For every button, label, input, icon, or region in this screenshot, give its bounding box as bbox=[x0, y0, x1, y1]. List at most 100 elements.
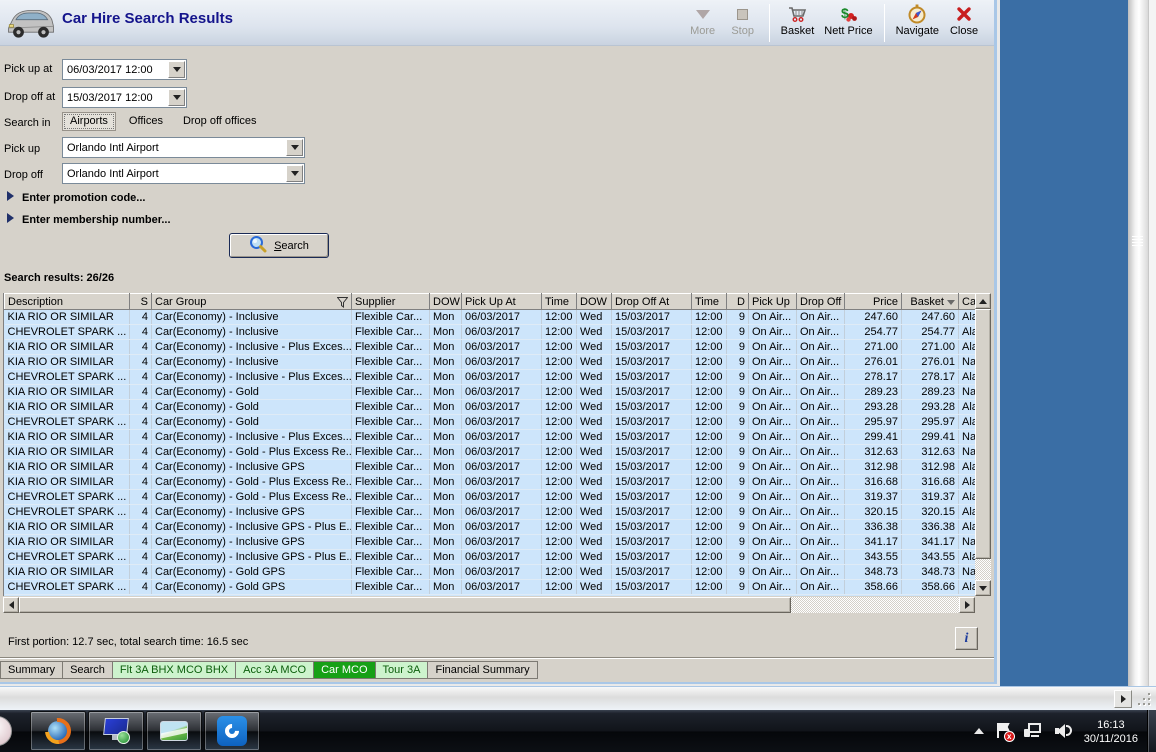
splitter-grip[interactable] bbox=[1132, 236, 1143, 248]
search-in-option-offices[interactable]: Offices bbox=[122, 113, 170, 130]
scroll-right-button[interactable] bbox=[959, 597, 975, 613]
table-row[interactable]: KIA RIO OR SIMILAR 4 Car(Economy) - Inclus… bbox=[4, 519, 975, 535]
taskbar-photo-app-button[interactable] bbox=[146, 711, 202, 751]
search-in-option-drop-off-offices[interactable]: Drop off offices bbox=[176, 113, 264, 130]
column-header-drop-off[interactable]: Drop Off bbox=[796, 293, 845, 310]
scroll-down-button[interactable] bbox=[975, 580, 991, 596]
cell: 12:00 bbox=[691, 429, 727, 445]
taskbar-partial-icon[interactable] bbox=[0, 716, 12, 746]
tab-tour-3a[interactable]: Tour 3A bbox=[375, 661, 429, 679]
navigate-button[interactable]: Navigate bbox=[891, 1, 944, 45]
info-button[interactable]: i bbox=[955, 627, 978, 650]
grid-vertical-scrollbar[interactable] bbox=[975, 293, 991, 596]
chevron-down-icon[interactable] bbox=[168, 89, 185, 106]
pickup-at-combobox[interactable]: 06/03/2017 12:00 bbox=[62, 59, 187, 80]
cell: Car(Economy) - Gold bbox=[151, 414, 352, 430]
basket-icon bbox=[787, 4, 807, 24]
resize-grip[interactable] bbox=[1136, 691, 1152, 707]
cell: 4 bbox=[129, 474, 152, 490]
cell: 293.28 bbox=[901, 399, 959, 415]
table-row[interactable]: KIA RIO OR SIMILAR 4 Car(Economy) - Gold -… bbox=[4, 474, 975, 490]
column-header-car-group[interactable]: Car Group bbox=[151, 293, 352, 310]
screen: Car Hire Search Results More Stop Basket… bbox=[0, 0, 1156, 752]
table-row[interactable]: CHEVROLET SPARK ... 4 Car(Economy) - Inclu… bbox=[4, 504, 975, 520]
column-header-time[interactable]: Time bbox=[541, 293, 577, 310]
outer-horizontal-scrollbar[interactable] bbox=[0, 686, 1156, 710]
dropoff-combobox[interactable]: Orlando Intl Airport bbox=[62, 163, 305, 184]
tab-flt-3a-bhx-mco-bhx[interactable]: Flt 3A BHX MCO BHX bbox=[112, 661, 237, 679]
chevron-right-icon bbox=[7, 191, 14, 201]
table-row[interactable]: CHEVROLET SPARK ... 4 Car(Economy) - Inclu… bbox=[4, 549, 975, 565]
column-header-basket[interactable]: Basket bbox=[901, 293, 959, 310]
column-header-s[interactable]: S bbox=[129, 293, 152, 310]
chevron-down-icon[interactable] bbox=[286, 165, 303, 182]
cell: On Air... bbox=[748, 369, 797, 385]
taskbar-clock[interactable]: 16:13 30/11/2016 bbox=[1084, 716, 1138, 746]
scroll-left-button[interactable] bbox=[3, 597, 19, 613]
cell: CHEVROLET SPARK ... bbox=[4, 324, 130, 340]
table-row[interactable]: KIA RIO OR SIMILAR 4 Car(Economy) - Inclus… bbox=[4, 309, 975, 325]
table-row[interactable]: KIA RIO OR SIMILAR 4 Car(Economy) - Gold Fl… bbox=[4, 399, 975, 415]
column-header-dow[interactable]: DOW bbox=[429, 293, 462, 310]
taskbar-g-app-button[interactable] bbox=[204, 711, 260, 751]
tab-financial-summary[interactable]: Financial Summary bbox=[428, 661, 538, 679]
column-header-dow[interactable]: DOW bbox=[576, 293, 612, 310]
tab-search[interactable]: Search bbox=[63, 661, 113, 679]
close-button[interactable]: Close bbox=[944, 1, 984, 45]
volume-icon[interactable] bbox=[1054, 723, 1073, 739]
table-row[interactable]: CHEVROLET SPARK ... 4 Car(Economy) - Inclu… bbox=[4, 369, 975, 385]
horizontal-scroll-thumb[interactable] bbox=[19, 597, 791, 613]
table-row[interactable]: CHEVROLET SPARK ... 4 Car(Economy) - Gold F… bbox=[4, 414, 975, 430]
cell: 12:00 bbox=[691, 414, 727, 430]
taskbar-remote-desktop-button[interactable] bbox=[88, 711, 144, 751]
vertical-scroll-thumb[interactable] bbox=[975, 309, 991, 559]
table-row[interactable]: KIA RIO OR SIMILAR 4 Car(Economy) - Gold -… bbox=[4, 444, 975, 460]
show-desktop-button[interactable] bbox=[1147, 710, 1156, 752]
table-row[interactable]: CHEVROLET SPARK ... 4 Car(Economy) - Gold … bbox=[4, 489, 975, 505]
column-header-pick-up[interactable]: Pick Up bbox=[748, 293, 797, 310]
membership-number-expander[interactable]: Enter membership number... bbox=[7, 213, 171, 226]
column-header-d[interactable]: D bbox=[726, 293, 749, 310]
taskbar-firefox-button[interactable] bbox=[30, 711, 86, 751]
table-row[interactable]: KIA RIO OR SIMILAR 4 Car(Economy) - Gold G… bbox=[4, 564, 975, 580]
dropoff-at-combobox[interactable]: 15/03/2017 12:00 bbox=[62, 87, 187, 108]
column-header-price[interactable]: Price bbox=[844, 293, 902, 310]
grid-horizontal-scrollbar[interactable] bbox=[3, 597, 975, 613]
column-header-ca[interactable]: Ca bbox=[958, 293, 975, 310]
action-center-icon[interactable]: x bbox=[995, 722, 1015, 742]
chevron-down-icon[interactable] bbox=[168, 61, 185, 78]
filter-icon[interactable] bbox=[336, 297, 349, 309]
cell: 9 bbox=[726, 309, 749, 325]
promotion-code-expander[interactable]: Enter promotion code... bbox=[7, 191, 145, 204]
tab-acc-3a-mco[interactable]: Acc 3A MCO bbox=[236, 661, 315, 679]
scroll-up-button[interactable] bbox=[975, 293, 991, 309]
column-header-description[interactable]: Description bbox=[4, 293, 130, 310]
cell: 12:00 bbox=[691, 399, 727, 415]
show-hidden-icons-button[interactable] bbox=[973, 728, 984, 734]
search-in-option-airports[interactable]: Airports bbox=[62, 112, 116, 131]
table-row[interactable]: CHEVROLET SPARK ... 4 Car(Economy) - Inclu… bbox=[4, 324, 975, 340]
network-icon[interactable] bbox=[1023, 723, 1044, 739]
basket-button[interactable]: Basket bbox=[776, 1, 820, 45]
tab-car-mco[interactable]: Car MCO bbox=[314, 661, 376, 679]
cell: Wed bbox=[576, 399, 612, 415]
pickup-combobox[interactable]: Orlando Intl Airport bbox=[62, 137, 305, 158]
cell: 341.17 bbox=[901, 534, 959, 550]
table-row[interactable]: KIA RIO OR SIMILAR 4 Car(Economy) - Inclus… bbox=[4, 459, 975, 475]
table-row[interactable]: CHEVROLET SPARK ... 4 Car(Economy) - Gold … bbox=[4, 579, 975, 595]
table-row[interactable]: KIA RIO OR SIMILAR 4 Car(Economy) - Gold Fl… bbox=[4, 384, 975, 400]
column-header-drop-off-at[interactable]: Drop Off At bbox=[611, 293, 692, 310]
column-header-time[interactable]: Time bbox=[691, 293, 727, 310]
nett-price-button[interactable]: $ Nett Price bbox=[819, 1, 877, 45]
table-row[interactable]: KIA RIO OR SIMILAR 4 Car(Economy) - Inclus… bbox=[4, 354, 975, 370]
search-button[interactable]: Search bbox=[229, 233, 329, 258]
right-splitter-bar[interactable] bbox=[1128, 0, 1148, 686]
table-row[interactable]: KIA RIO OR SIMILAR 4 Car(Economy) - Inclus… bbox=[4, 339, 975, 355]
table-row[interactable]: KIA RIO OR SIMILAR 4 Car(Economy) - Inclus… bbox=[4, 429, 975, 445]
chevron-down-icon[interactable] bbox=[286, 139, 303, 156]
tab-summary[interactable]: Summary bbox=[0, 661, 64, 679]
column-header-supplier[interactable]: Supplier bbox=[351, 293, 430, 310]
table-row[interactable]: KIA RIO OR SIMILAR 4 Car(Economy) - Inclus… bbox=[4, 534, 975, 550]
scroll-right-button[interactable] bbox=[1114, 690, 1132, 708]
column-header-pick-up-at[interactable]: Pick Up At bbox=[461, 293, 542, 310]
